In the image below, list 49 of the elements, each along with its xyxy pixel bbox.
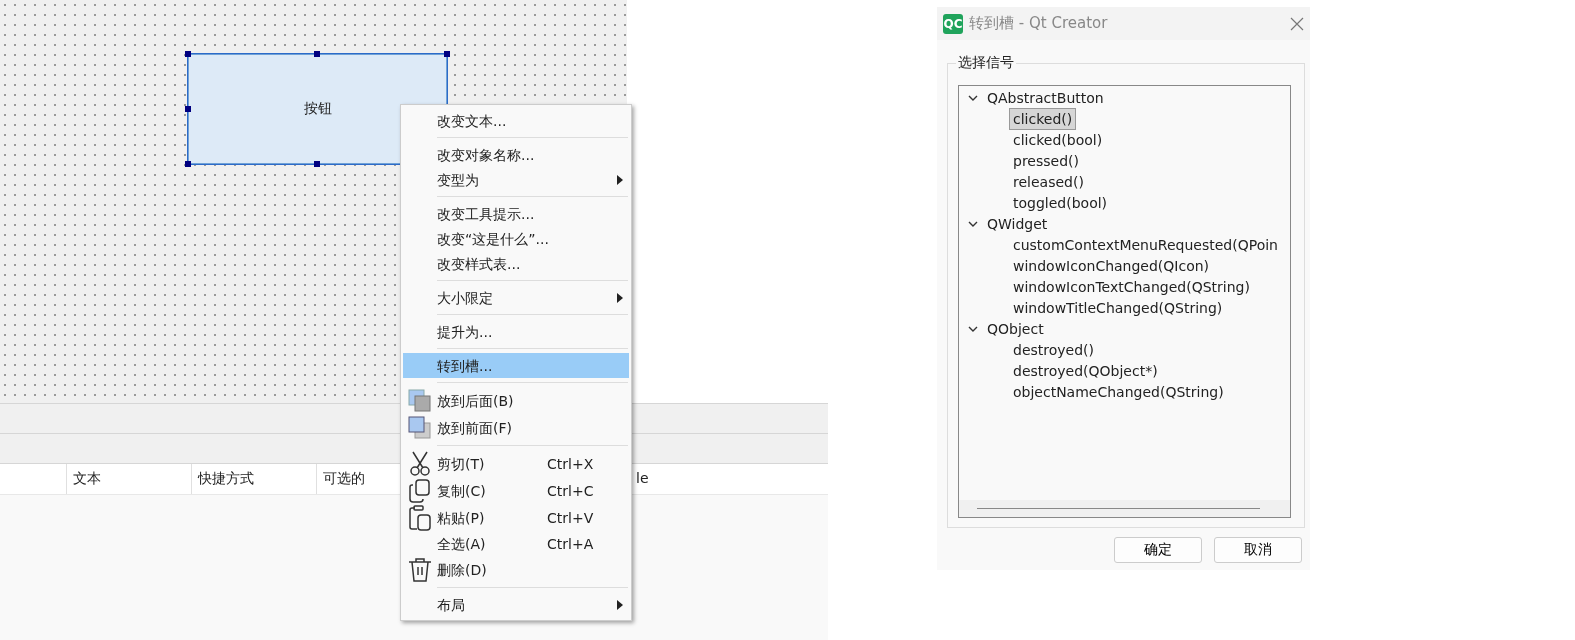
tree-item[interactable]: windowTitleChanged(QString) bbox=[1009, 296, 1227, 319]
tree-item[interactable]: QWidget bbox=[959, 213, 1290, 234]
resize-handle[interactable] bbox=[444, 51, 450, 57]
resize-handle[interactable] bbox=[185, 161, 191, 167]
window-title: 转到槽 - Qt Creator bbox=[969, 14, 1109, 33]
tree-item[interactable]: toggled(bool) bbox=[1009, 191, 1112, 214]
menu-item[interactable]: 大小限定 bbox=[403, 285, 629, 310]
menu-item[interactable]: 变型为 bbox=[403, 167, 629, 192]
menu-item[interactable]: 布局 bbox=[403, 592, 629, 617]
tree-item[interactable]: windowIconChanged(QIcon) bbox=[1009, 254, 1214, 277]
scissors-icon bbox=[408, 450, 432, 477]
tree-item[interactable]: QObject bbox=[959, 318, 1290, 339]
tree-item[interactable]: objectNameChanged(QString) bbox=[1009, 380, 1228, 403]
resize-handle[interactable] bbox=[314, 161, 320, 167]
resize-handle[interactable] bbox=[185, 106, 191, 112]
layers-icon bbox=[408, 415, 432, 440]
menu-item[interactable]: 转到槽... bbox=[403, 353, 629, 378]
tree-item[interactable]: QAbstractButton bbox=[959, 87, 1290, 108]
tree-item[interactable]: clicked() bbox=[1009, 107, 1077, 130]
layers-icon bbox=[408, 388, 432, 413]
app-logo: QC bbox=[943, 13, 963, 34]
trash-icon bbox=[408, 556, 432, 583]
menu-item[interactable]: 提升为... bbox=[403, 319, 629, 344]
menu-item[interactable]: 改变工具提示... bbox=[403, 201, 629, 226]
menu-item[interactable]: 放到后面(B) bbox=[403, 387, 629, 414]
clipboard-icon bbox=[408, 504, 432, 531]
column-header: 文本 bbox=[66, 464, 191, 494]
tree-item[interactable]: pressed() bbox=[1009, 149, 1083, 172]
tree-item[interactable]: destroyed(QObject*) bbox=[1009, 359, 1162, 382]
tree-item[interactable]: clicked(bool) bbox=[1009, 128, 1107, 151]
copy-icon bbox=[408, 478, 432, 503]
menu-item[interactable]: 删除(D) bbox=[403, 556, 629, 583]
menu-item[interactable]: 改变“这是什么”... bbox=[403, 226, 629, 251]
menu-item[interactable]: 粘贴(P) Ctrl+V bbox=[403, 504, 629, 531]
group-title: 选择信号 bbox=[956, 54, 1016, 72]
tree-item[interactable]: customContextMenuRequested(QPoin bbox=[1009, 233, 1282, 256]
tree-item[interactable]: windowIconTextChanged(QString) bbox=[1009, 275, 1254, 298]
resize-handle[interactable] bbox=[185, 51, 191, 57]
tree-item[interactable]: destroyed() bbox=[1009, 338, 1098, 361]
column-header: 快捷方式 bbox=[191, 464, 316, 494]
menu-item[interactable]: 改变样式表... bbox=[403, 251, 629, 276]
close-icon[interactable] bbox=[1290, 16, 1304, 31]
dialog-button[interactable]: 确定 bbox=[1114, 537, 1202, 563]
menu-item[interactable]: 放到前面(F) bbox=[403, 414, 629, 441]
menu-item[interactable]: 全选(A) Ctrl+A bbox=[403, 531, 629, 556]
scrollbar[interactable] bbox=[959, 500, 1290, 517]
tree-item[interactable]: released() bbox=[1009, 170, 1088, 193]
dialog-button[interactable]: 取消 bbox=[1214, 537, 1302, 563]
resize-handle[interactable] bbox=[314, 51, 320, 57]
